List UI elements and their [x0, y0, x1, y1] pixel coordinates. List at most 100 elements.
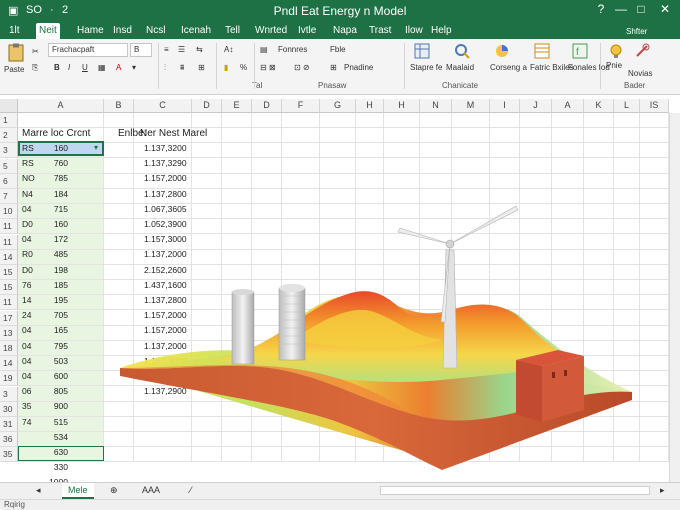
row-header[interactable]: 14 — [0, 250, 18, 265]
close-button[interactable]: ✕ — [656, 2, 674, 18]
column-header[interactable]: A — [18, 99, 104, 113]
cell-c[interactable]: 1.137,3290 — [144, 158, 187, 168]
bold-button[interactable]: B — [54, 63, 60, 72]
font-name-select[interactable]: Frachacpaft — [48, 43, 128, 57]
insert-cells-icon[interactable]: ⊟ ⊠ — [260, 63, 276, 72]
btn-pnie-label[interactable]: Pnie — [606, 61, 622, 70]
btn-fonales-label[interactable]: Fonales fod — [568, 63, 610, 72]
cell-b[interactable]: 185 — [46, 280, 68, 290]
align-options-label[interactable]: Pnadine — [344, 63, 373, 72]
cell-a[interactable]: R0 — [22, 249, 33, 259]
row-header[interactable]: 19 — [0, 371, 18, 386]
align-center-icon[interactable]: ⩩ — [180, 63, 184, 73]
cell-styles-label[interactable]: Fble — [330, 45, 346, 54]
tab-tell[interactable]: Tell — [222, 23, 243, 39]
row-header[interactable]: 15 — [0, 280, 18, 295]
column-header[interactable]: E — [222, 99, 252, 113]
column-header[interactable]: IS — [640, 99, 669, 113]
cell-c[interactable]: 1.157,2000 — [144, 173, 187, 183]
delete-icon[interactable]: ⊡ ⊘ — [294, 63, 310, 72]
column-header[interactable]: K — [584, 99, 614, 113]
column-header[interactable]: B — [104, 99, 134, 113]
cell-b[interactable]: 184 — [46, 189, 68, 199]
sheet-tab-aaa[interactable]: AAA — [136, 483, 166, 499]
row-header[interactable]: 7 — [0, 189, 18, 204]
tab-hame[interactable]: Hame — [74, 23, 107, 39]
cell-a[interactable]: 04 — [22, 371, 31, 381]
underline-button[interactable]: U — [82, 63, 88, 72]
format-table-label[interactable]: Fonnres — [278, 45, 307, 54]
bulb-icon[interactable] — [608, 43, 624, 59]
maximize-button[interactable]: □ — [632, 2, 650, 18]
sheet-tab-more-icon[interactable]: ⁄ — [184, 483, 198, 499]
column-header[interactable]: A — [552, 99, 584, 113]
table-icon[interactable] — [534, 43, 550, 59]
cell-b[interactable]: 715 — [46, 204, 68, 214]
column-header[interactable]: L — [614, 99, 640, 113]
btn-stapre-label[interactable]: Stapre fe — [410, 63, 442, 72]
row-header[interactable]: 17 — [0, 311, 18, 326]
cell-b[interactable]: 705 — [46, 310, 68, 320]
column-header[interactable]: G — [320, 99, 356, 113]
column-header[interactable]: H — [384, 99, 420, 113]
column-header[interactable]: D — [252, 99, 282, 113]
tab-trast[interactable]: Trast — [366, 23, 394, 39]
column-header[interactable]: N — [420, 99, 452, 113]
cell-b[interactable]: 760 — [46, 158, 68, 168]
cell-b[interactable]: 503 — [46, 356, 68, 366]
cell-a[interactable]: 04 — [22, 356, 31, 366]
cell-b[interactable]: 795 — [46, 341, 68, 351]
row-header[interactable]: 1 — [0, 113, 18, 128]
row-header[interactable]: 11 — [0, 219, 18, 234]
merge-icon[interactable]: ⊞ — [198, 63, 205, 72]
cell-c[interactable]: 1.137,2800 — [144, 189, 187, 199]
cell-b[interactable]: 198 — [46, 265, 68, 275]
formula-icon[interactable]: f — [572, 43, 588, 59]
column-header[interactable]: D — [192, 99, 222, 113]
cell-dropdown-icon[interactable]: ▾ — [94, 143, 98, 152]
column-header[interactable]: H — [356, 99, 384, 113]
cell-b[interactable]: 172 — [46, 234, 68, 244]
row-header[interactable]: 35 — [0, 447, 18, 462]
save-icon[interactable]: ▣ — [8, 4, 18, 17]
cell-a[interactable]: N4 — [22, 189, 33, 199]
cell-b[interactable]: 160 — [46, 219, 68, 229]
select-all-corner[interactable] — [0, 99, 18, 113]
btn-novias-label[interactable]: Novias — [628, 69, 652, 78]
fill-color-icon[interactable]: ▾ — [132, 63, 136, 72]
nav-prev-sheet-icon[interactable]: ◂ — [30, 483, 47, 499]
format-cells-icon[interactable]: ⊞ — [330, 63, 337, 72]
row-header[interactable]: 11 — [0, 295, 18, 310]
help-button[interactable]: ? — [592, 2, 610, 18]
tab-napa[interactable]: Napa — [330, 23, 360, 39]
paste-icon[interactable] — [6, 43, 26, 63]
row-header[interactable]: 36 — [0, 432, 18, 447]
cell-b[interactable]: 195 — [46, 295, 68, 305]
minimize-button[interactable]: — — [612, 2, 630, 18]
tab-wnrted[interactable]: Wnrted — [252, 23, 290, 39]
cell-a[interactable]: 74 — [22, 417, 31, 427]
tab-file[interactable]: 1lt — [6, 23, 23, 39]
wrap-text-icon[interactable]: ⇆ — [196, 45, 203, 54]
row-header[interactable]: 10 — [0, 204, 18, 219]
conditional-format-icon[interactable]: ▤ — [260, 45, 268, 54]
row-header[interactable]: 30 — [0, 402, 18, 417]
cell-a[interactable]: 04 — [22, 234, 31, 244]
tab-ivtle[interactable]: Ivtle — [295, 23, 319, 39]
column-header[interactable]: C — [134, 99, 192, 113]
align-middle-icon[interactable]: ☰ — [178, 45, 185, 54]
cell-c[interactable]: 1.137,3200 — [144, 143, 187, 153]
cell-b[interactable]: 330 — [46, 462, 68, 472]
row-header[interactable]: 15 — [0, 265, 18, 280]
share-label[interactable]: Shfter — [626, 27, 647, 36]
cell-b[interactable]: 630 — [46, 447, 68, 457]
italic-button[interactable]: I — [68, 63, 70, 72]
header-col-c[interactable]: Ner Nest Marel — [140, 128, 207, 139]
tab-ncsl[interactable]: Ncsl — [143, 23, 168, 39]
row-header[interactable]: 3 — [0, 387, 18, 402]
font-size-select[interactable]: B — [130, 43, 152, 57]
tab-ilow[interactable]: Ilow — [402, 23, 426, 39]
row-header[interactable]: 5 — [0, 159, 18, 174]
tab-home[interactable]: Neit — [36, 23, 60, 39]
highlight-icon[interactable]: ▮ — [224, 63, 228, 72]
